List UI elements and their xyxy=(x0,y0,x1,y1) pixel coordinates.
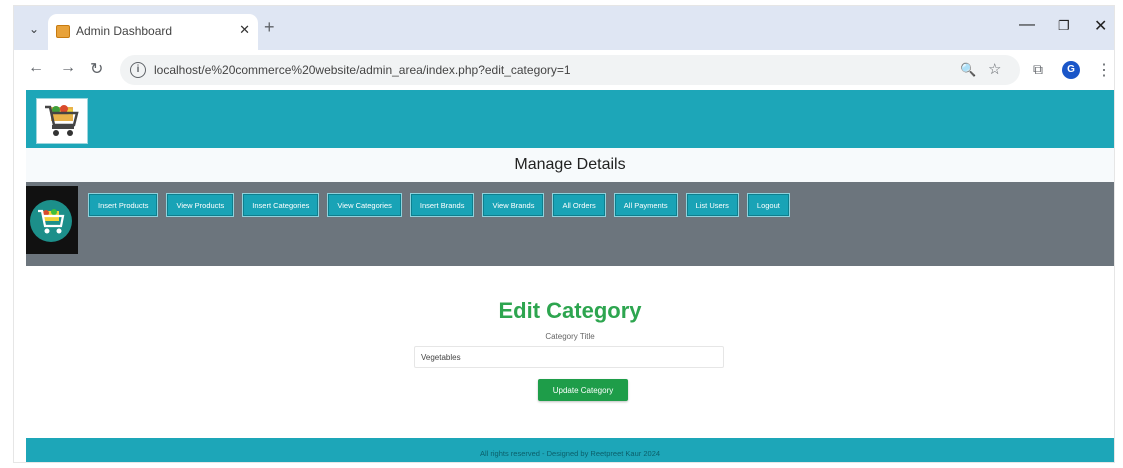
site-info-icon[interactable]: i xyxy=(130,62,146,78)
tab-search-chevron-icon[interactable]: ⌄ xyxy=(24,20,44,38)
footer: All rights reserved - Designed by Reetpr… xyxy=(26,438,1114,462)
all-payments-button[interactable]: All Payments xyxy=(613,193,678,217)
tab-title: Admin Dashboard xyxy=(76,24,173,38)
admin-nav-buttons: Insert Products View Products Insert Cat… xyxy=(88,193,790,217)
category-title-input[interactable] xyxy=(414,346,724,368)
admin-avatar xyxy=(26,186,78,254)
new-tab-icon[interactable]: + xyxy=(264,17,275,38)
browser-tab[interactable]: Admin Dashboard ✕ xyxy=(48,14,258,50)
list-users-button[interactable]: List Users xyxy=(685,193,739,217)
browser-window: ⌄ Admin Dashboard ✕ + — ❐ ✕ ← → ↻ i loca… xyxy=(14,6,1114,462)
insert-products-button[interactable]: Insert Products xyxy=(88,193,159,217)
insert-categories-button[interactable]: Insert Categories xyxy=(242,193,320,217)
update-category-button[interactable]: Update Category xyxy=(538,379,628,401)
address-bar[interactable]: i localhost/e%20commerce%20website/admin… xyxy=(120,55,1020,85)
zoom-icon[interactable]: 🔍 xyxy=(960,62,976,78)
reload-icon[interactable]: ↻ xyxy=(90,59,103,79)
browser-toolbar: ← → ↻ i localhost/e%20commerce%20website… xyxy=(14,50,1114,90)
all-orders-button[interactable]: All Orders xyxy=(552,193,606,217)
back-icon[interactable]: ← xyxy=(28,59,44,77)
profile-avatar-icon[interactable]: G xyxy=(1062,61,1080,79)
insert-brands-button[interactable]: Insert Brands xyxy=(409,193,475,217)
bookmark-star-icon[interactable]: ☆ xyxy=(988,60,1001,78)
footer-text: All rights reserved - Designed by Reetpr… xyxy=(479,449,661,458)
favicon-icon xyxy=(56,25,70,38)
extensions-icon[interactable]: ⧉ xyxy=(1033,61,1043,78)
category-title-label: Category Title xyxy=(545,332,595,341)
shopping-cart-icon xyxy=(38,209,65,234)
url-text[interactable]: localhost/e%20commerce%20website/admin_a… xyxy=(154,63,571,77)
view-products-button[interactable]: View Products xyxy=(166,193,235,217)
edit-category-heading: Edit Category xyxy=(498,298,642,323)
manage-details-title: Manage Details xyxy=(514,156,626,173)
logo[interactable] xyxy=(36,98,88,144)
shopping-cart-icon xyxy=(45,105,79,136)
forward-icon[interactable]: → xyxy=(60,59,76,77)
close-window-icon[interactable]: ✕ xyxy=(1094,16,1107,36)
minimize-icon[interactable]: — xyxy=(1019,16,1035,34)
manage-strip: Manage Details xyxy=(26,148,1114,182)
view-brands-button[interactable]: View Brands xyxy=(482,193,545,217)
header-bar xyxy=(26,90,1114,148)
more-menu-icon[interactable]: ⋮ xyxy=(1096,60,1112,80)
view-categories-button[interactable]: View Categories xyxy=(327,193,402,217)
restore-icon[interactable]: ❐ xyxy=(1058,18,1070,34)
avatar-circle xyxy=(30,200,72,242)
tab-strip: ⌄ Admin Dashboard ✕ + — ❐ ✕ xyxy=(14,6,1114,50)
page-content: Manage Details Insert Products View Prod… xyxy=(26,90,1114,462)
logout-button[interactable]: Logout xyxy=(746,193,790,217)
admin-nav-panel: Insert Products View Products Insert Cat… xyxy=(26,182,1114,266)
close-tab-icon[interactable]: ✕ xyxy=(239,22,250,38)
